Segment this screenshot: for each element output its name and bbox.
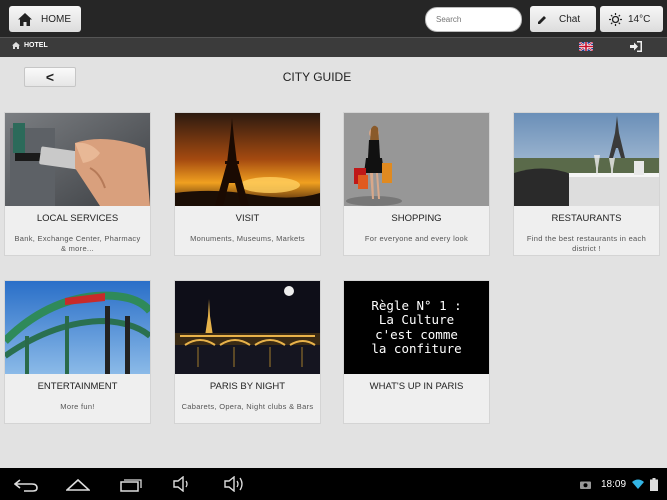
top-bar: HOME Chat 14°C xyxy=(0,0,667,37)
quote-line: La Culture xyxy=(378,312,455,327)
home-small-icon xyxy=(12,42,20,49)
home-icon xyxy=(18,12,32,26)
quote-line: c'est comme xyxy=(375,326,458,342)
card-title: VISIT xyxy=(235,213,260,224)
temperature-label: 14°C xyxy=(628,13,651,25)
status-time: 18:09 xyxy=(601,479,627,490)
pencil-icon xyxy=(538,15,546,24)
volume-up-icon[interactable] xyxy=(224,476,246,492)
card-title: WHAT'S UP IN PARIS xyxy=(369,381,464,392)
quote-line: la confiture xyxy=(371,341,462,356)
chat-label: Chat xyxy=(559,13,581,25)
card-entertainment[interactable]: ENTERTAINMENT More fun! xyxy=(4,280,151,424)
sun-icon xyxy=(609,12,622,26)
screenshot-icon xyxy=(580,481,591,489)
chat-button[interactable]: Chat xyxy=(530,6,596,32)
home-button[interactable]: HOME xyxy=(9,6,81,32)
card-restaurants[interactable]: RESTAURANTS Find the best restaurants in… xyxy=(513,112,660,256)
wifi-icon xyxy=(632,479,644,489)
atm-image xyxy=(5,113,150,206)
battery-icon xyxy=(650,478,658,491)
breadcrumb-hotel-label: HOTEL xyxy=(24,42,48,49)
uk-flag-icon[interactable] xyxy=(579,42,593,51)
card-title: RESTAURANTS xyxy=(551,213,622,224)
restaurant-terrace-image xyxy=(514,113,659,206)
search-input[interactable] xyxy=(425,7,522,32)
logout-icon[interactable] xyxy=(630,41,642,52)
system-nav-bar: 18:09 xyxy=(0,468,667,500)
card-title: LOCAL SERVICES xyxy=(36,213,119,224)
page-title: CITY GUIDE xyxy=(282,70,352,84)
culture-quote-image: Règle N° 1 : La Culture c'est comme la c… xyxy=(344,281,489,374)
card-shopping[interactable]: SHOPPING For everyone and every look xyxy=(343,112,490,256)
back-icon[interactable] xyxy=(14,478,38,492)
card-description: Bank, Exchange Center, Pharmacy & more..… xyxy=(14,234,141,253)
card-description: Find the best restaurants in each distri… xyxy=(526,234,647,253)
card-visit[interactable]: VISIT Monuments, Museums, Markets xyxy=(174,112,321,256)
home-nav-icon[interactable] xyxy=(66,478,90,491)
paris-night-image xyxy=(175,281,320,374)
card-title: PARIS BY NIGHT xyxy=(209,381,286,392)
recent-apps-icon[interactable] xyxy=(120,478,142,492)
quote-line: Règle N° 1 : xyxy=(371,297,462,313)
breadcrumb-bar: HOTEL xyxy=(0,37,667,57)
card-description: More fun! xyxy=(60,402,95,411)
card-local-services[interactable]: LOCAL SERVICES Bank, Exchange Center, Ph… xyxy=(4,112,151,256)
weather-button[interactable]: 14°C xyxy=(600,6,663,32)
culture-quote: Règle N° 1 : La Culture c'est comme la c… xyxy=(344,281,489,374)
eiffel-sunset-image xyxy=(175,113,320,206)
card-description: For everyone and every look xyxy=(364,234,469,243)
card-paris-by-night[interactable]: PARIS BY NIGHT Cabarets, Opera, Night cl… xyxy=(174,280,321,424)
breadcrumb-hotel[interactable]: HOTEL xyxy=(12,42,48,49)
card-description: Monuments, Museums, Markets xyxy=(190,234,305,243)
card-description: Cabarets, Opera, Night clubs & Bars xyxy=(181,402,314,411)
home-label: HOME xyxy=(41,13,71,25)
card-whats-up-in-paris[interactable]: Règle N° 1 : La Culture c'est comme la c… xyxy=(343,280,490,424)
volume-down-icon[interactable] xyxy=(173,476,191,492)
card-title: SHOPPING xyxy=(391,213,442,224)
card-title: ENTERTAINMENT xyxy=(37,381,118,392)
shopping-woman-image xyxy=(344,113,489,206)
rollercoaster-image xyxy=(5,281,150,374)
